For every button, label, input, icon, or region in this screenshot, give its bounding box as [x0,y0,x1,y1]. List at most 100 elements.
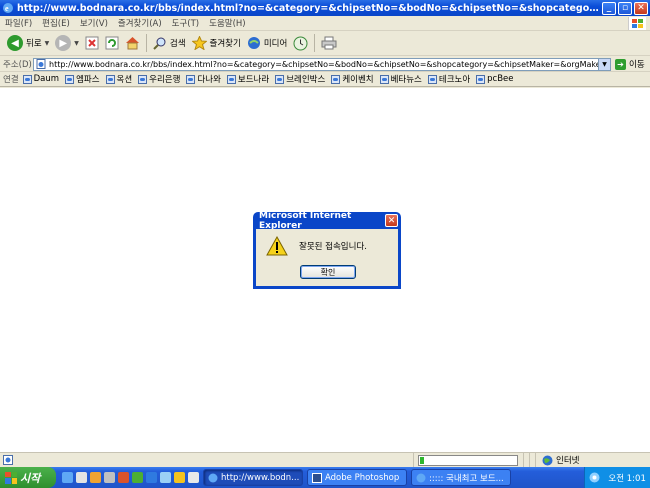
app-icon[interactable] [188,472,199,483]
link-danawa[interactable]: 다나와 [186,73,221,85]
quick-launch [62,472,199,483]
network-icon[interactable] [589,472,600,483]
link-icon [476,74,486,84]
link-label: 보드나라 [237,75,270,85]
ok-button[interactable]: 확인 [300,265,356,279]
link-woori-bank[interactable]: 우리은행 [138,73,180,85]
photoshop-icon [312,472,322,483]
forward-button[interactable]: ▶ ▼ [52,32,82,54]
app-icon[interactable] [174,472,185,483]
stop-button[interactable] [82,32,102,54]
link-icon [427,74,437,84]
task-photoshop[interactable]: Adobe Photoshop [307,469,407,486]
window-title: http://www.bodnara.co.kr/bbs/index.html?… [17,2,602,14]
link-bodnara[interactable]: 보드나라 [226,73,270,85]
media-label: 미디어 [263,39,288,49]
star-icon [191,36,207,50]
link-brainbox[interactable]: 브레인박스 [275,73,325,85]
app-icon[interactable] [146,472,157,483]
link-daum[interactable]: Daum [22,74,59,84]
task-label: http://www.bodn... [221,472,300,483]
links-label: 연결 [3,75,19,85]
menu-view[interactable]: 보기(V) [75,17,113,29]
ie-icon: e [3,3,13,13]
address-input[interactable] [49,59,599,69]
close-button[interactable]: ✕ [634,1,648,15]
link-icon [331,74,341,84]
search-label: 검색 [169,39,186,49]
go-label: 이동 [629,60,645,70]
windows-flag-icon [5,471,17,484]
menu-help[interactable]: 도움말(H) [204,17,250,29]
start-label: 시작 [20,471,41,485]
forward-arrow-icon: ▶ [55,35,72,51]
clock[interactable]: 오전 1:01 [608,472,645,484]
start-button[interactable]: 시작 [0,467,56,488]
print-button[interactable] [318,32,340,54]
media-button[interactable]: 미디어 [244,32,290,54]
page-loading-icon [3,455,13,465]
back-arrow-icon: ◀ [7,35,23,51]
link-pcbee[interactable]: pcBee [476,74,514,84]
home-button[interactable] [122,32,143,54]
app-icon[interactable] [118,472,129,483]
ie-quicklaunch-icon[interactable] [62,472,73,483]
link-technoa[interactable]: 테크노아 [427,73,471,85]
history-button[interactable] [290,32,311,54]
link-icon [138,74,148,84]
link-kbench[interactable]: 케이벤치 [331,73,374,85]
stop-icon [85,36,99,50]
dialog-title-bar[interactable]: Microsoft Internet Explorer ✕ [256,211,398,231]
security-zone[interactable]: 인터넷 [536,454,579,466]
app-icon[interactable] [160,472,171,483]
show-desktop-icon[interactable] [76,472,87,483]
folder-icon[interactable] [90,472,101,483]
progress-fill [420,456,424,464]
dropdown-icon: ▼ [74,39,79,47]
back-button[interactable]: ◀ 뒤로 ▼ [4,32,52,54]
minimize-button[interactable]: _ [602,1,616,15]
menu-tools[interactable]: 도구(T) [167,17,204,29]
home-icon [125,37,139,50]
menu-bar: 파일(F) 편집(E) 보기(V) 즐겨찾기(A) 도구(T) 도움말(H) [0,16,650,31]
maximize-button[interactable]: ▫ [618,1,632,15]
address-dropdown-icon[interactable]: ▼ [598,58,610,70]
link-label: 엠파스 [76,75,100,85]
task-label: Adobe Photoshop [325,472,400,483]
task-browser-2[interactable]: ::::: 국내최고 보드... [411,469,511,486]
progress-bar [418,454,518,466]
menu-file[interactable]: 파일(F) [0,17,37,29]
link-label: 브레인박스 [286,75,326,85]
link-label: 베타뉴스 [390,75,422,85]
link-auction[interactable]: 옥션 [105,73,132,85]
address-bar: 주소(D) ▼ ➔ 이동 [0,57,650,72]
page-icon [36,59,46,69]
search-button[interactable]: 검색 [150,32,189,54]
dialog-body: 잘못된 접속입니다. 확인 [256,229,398,286]
status-text-area [0,453,414,467]
link-icon [22,74,32,84]
title-bar[interactable]: e http://www.bodnara.co.kr/bbs/index.htm… [0,0,650,16]
favorites-label: 즐겨찾기 [209,39,241,49]
menu-edit[interactable]: 편집(E) [37,17,75,29]
link-label: 테크노아 [438,75,471,85]
toolbar-separator [145,34,147,52]
svg-text:e: e [5,4,9,13]
link-betanews[interactable]: 베타뉴스 [379,73,422,85]
task-ie[interactable]: http://www.bodn... [203,469,303,486]
app-icon[interactable] [132,472,143,483]
app-icon[interactable] [104,472,115,483]
link-icon [275,74,285,84]
link-icon [65,74,75,84]
link-icon [379,74,389,84]
system-tray: 오전 1:01 [584,467,650,488]
refresh-button[interactable] [102,32,122,54]
go-button[interactable]: ➔ 이동 [615,58,645,70]
address-box: ▼ [33,57,611,71]
menu-favorites[interactable]: 즐겨찾기(A) [113,17,167,29]
address-label: 주소(D) [3,60,32,70]
link-empas[interactable]: 엠파스 [65,73,100,85]
dialog-close-button[interactable]: ✕ [385,214,398,227]
zone-label: 인터넷 [556,456,580,466]
favorites-button[interactable]: 즐겨찾기 [189,32,244,54]
